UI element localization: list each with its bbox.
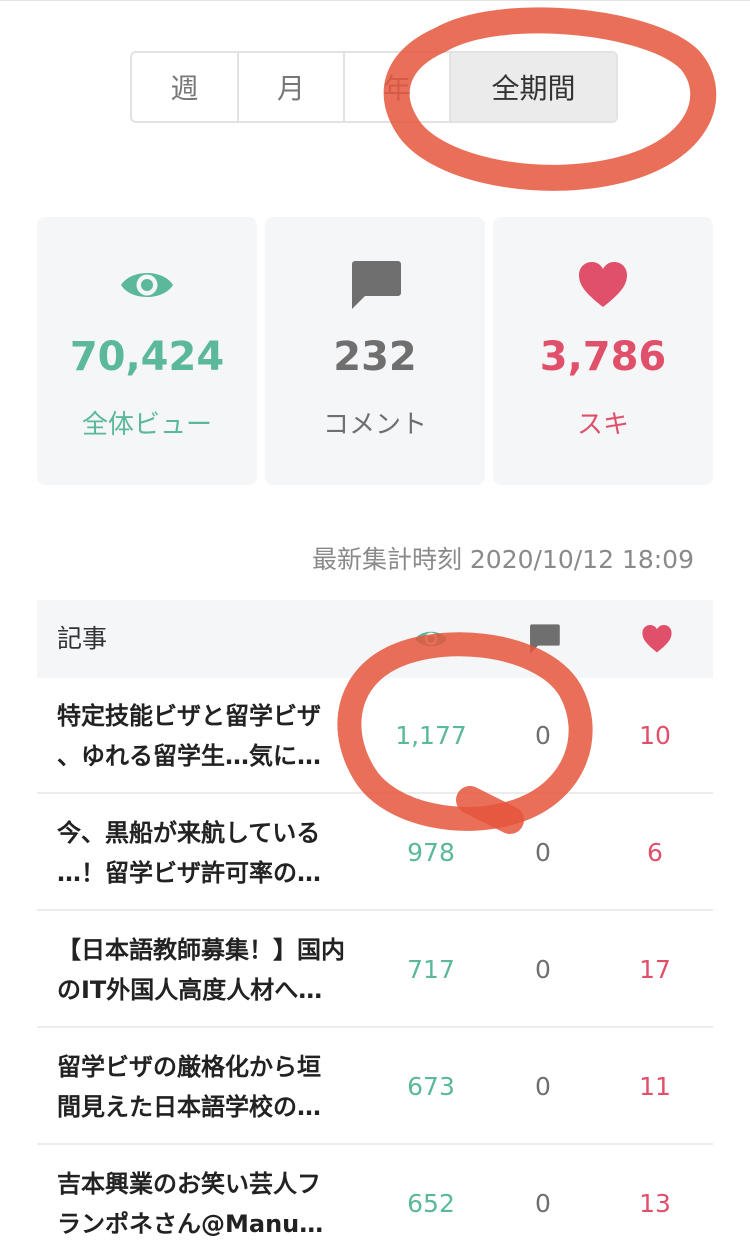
- comments-total: 232: [333, 334, 417, 380]
- article-likes: 10: [639, 721, 671, 750]
- comment-icon: [352, 261, 401, 309]
- article-title[interactable]: 今、黒船が来航している …！留学ビザ許可率の…: [57, 813, 357, 893]
- table-row[interactable]: 【日本語教師募集！】国内 のIT外国人高度人材へ… 717 0 17: [37, 912, 713, 1028]
- tab-year[interactable]: 年: [345, 53, 451, 121]
- table-row[interactable]: 留学ビザの厳格化から垣 間見えた日本語学校の… 673 0 11: [37, 1029, 713, 1145]
- tab-all-time[interactable]: 全期間: [451, 53, 616, 121]
- table-row[interactable]: 吉本興業のお笑い芸人フ ランポネさん@Manu… 652 0 13: [37, 1146, 713, 1253]
- article-comments: 0: [535, 1072, 551, 1101]
- views-label: 全体ビュー: [81, 410, 212, 440]
- comment-icon[interactable]: [527, 622, 561, 656]
- tab-week[interactable]: 週: [132, 53, 239, 121]
- views-total: 70,424: [69, 334, 225, 380]
- table-header: 記事: [37, 600, 713, 678]
- likes-total: 3,786: [539, 334, 667, 380]
- stat-card-views: 70,424 全体ビュー: [37, 217, 257, 485]
- column-article: 記事: [57, 624, 108, 653]
- article-title[interactable]: 【日本語教師募集！】国内 のIT外国人高度人材へ…: [57, 930, 357, 1010]
- likes-label: スキ: [576, 410, 629, 440]
- tab-month[interactable]: 月: [239, 53, 345, 121]
- article-views: 673: [407, 1072, 455, 1101]
- article-views: 1,177: [395, 721, 467, 750]
- table-row[interactable]: 特定技能ビザと留学ビザ 、ゆれる留学生…気に… 1,177 0 10: [37, 678, 713, 794]
- top-divider: [0, 0, 750, 1]
- eye-icon[interactable]: [414, 622, 448, 656]
- article-views: 717: [407, 955, 455, 984]
- heart-icon[interactable]: [640, 622, 674, 656]
- stat-card-likes: 3,786 スキ: [493, 217, 713, 485]
- article-views: 978: [407, 838, 455, 867]
- article-title[interactable]: 特定技能ビザと留学ビザ 、ゆれる留学生…気に…: [57, 696, 357, 776]
- last-updated-timestamp: 最新集計時刻 2020/10/12 18:09: [311, 545, 694, 574]
- stat-card-comments: 232 コメント: [265, 217, 485, 485]
- article-views: 652: [407, 1189, 455, 1218]
- article-likes: 11: [639, 1072, 671, 1101]
- article-comments: 0: [535, 721, 551, 750]
- article-title[interactable]: 吉本興業のお笑い芸人フ ランポネさん@Manu…: [57, 1164, 357, 1244]
- period-selector: 週 月 年 全期間: [130, 51, 618, 123]
- heart-icon: [579, 262, 627, 307]
- article-likes: 17: [639, 955, 671, 984]
- eye-icon: [121, 273, 173, 297]
- article-comments: 0: [535, 1189, 551, 1218]
- article-comments: 0: [535, 955, 551, 984]
- article-comments: 0: [535, 838, 551, 867]
- article-title[interactable]: 留学ビザの厳格化から垣 間見えた日本語学校の…: [57, 1047, 357, 1127]
- comments-label: コメント: [322, 410, 427, 440]
- stats-page: 週 月 年 全期間 70,424 全体ビュー 232 コメント 3,786 スキ…: [0, 0, 750, 1253]
- article-likes: 6: [647, 838, 663, 867]
- table-row[interactable]: 今、黒船が来航している …！留学ビザ許可率の… 978 0 6: [37, 795, 713, 911]
- article-likes: 13: [639, 1189, 671, 1218]
